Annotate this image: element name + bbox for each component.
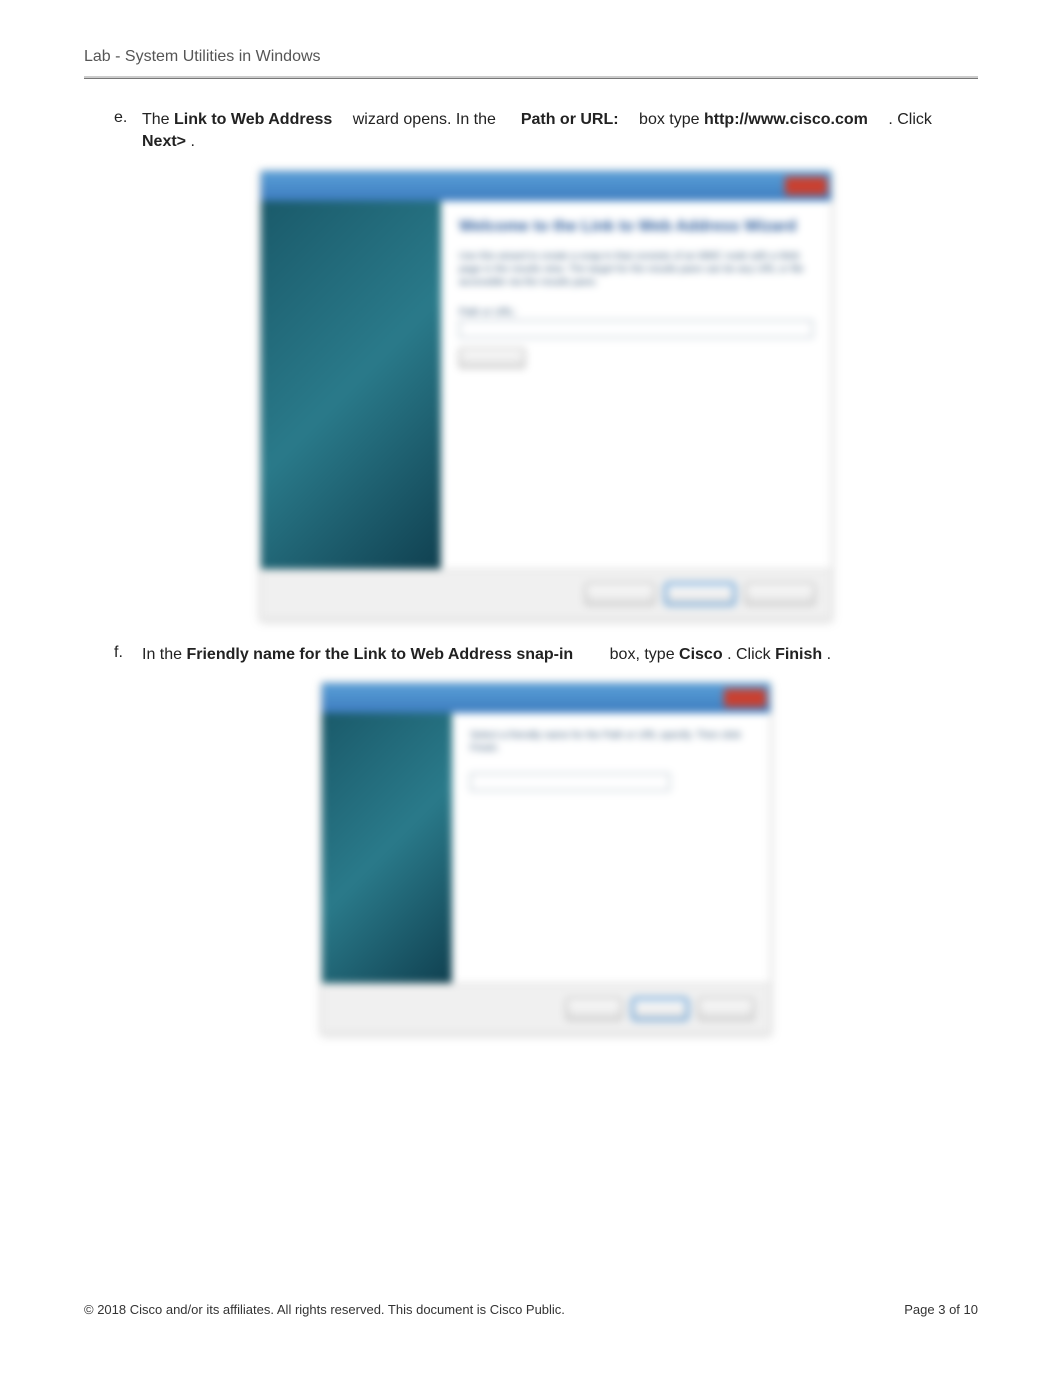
- friendly-name-input[interactable]: [470, 773, 670, 791]
- bold-text: Next>: [142, 133, 186, 150]
- page-header: Lab - System Utilities in Windows: [84, 48, 978, 79]
- back-button[interactable]: [585, 583, 655, 605]
- list-marker: f.: [114, 644, 142, 666]
- bold-text: Finish: [775, 646, 822, 663]
- content-area: e. The Link to Web Address wizard opens.…: [84, 109, 978, 1034]
- wizard-screenshot-1: Welcome to the Link to Web Address Wizar…: [260, 170, 832, 620]
- wizard-footer: [322, 983, 770, 1033]
- wizard-footer: [261, 569, 831, 619]
- wizard-input-label: Path or URL:: [459, 307, 813, 318]
- bold-text: Path or URL:: [521, 111, 619, 128]
- wizard-prompt: Select a friendly name for the Path or U…: [470, 729, 752, 755]
- close-icon[interactable]: [785, 177, 827, 195]
- page-number: 3: [938, 1302, 945, 1317]
- page-indicator: Page 3 of 10: [904, 1302, 978, 1317]
- wizard-screenshot-2: Select a friendly name for the Path or U…: [321, 682, 771, 1034]
- text: box type: [639, 111, 704, 128]
- browse-button[interactable]: [459, 348, 525, 368]
- wizard-body: Welcome to the Link to Web Address Wizar…: [261, 201, 831, 569]
- bold-text: Cisco: [679, 646, 723, 663]
- text: .: [190, 133, 194, 150]
- list-text: In the Friendly name for the Link to Web…: [142, 644, 978, 666]
- cancel-button[interactable]: [698, 998, 754, 1020]
- back-button[interactable]: [566, 998, 622, 1020]
- bold-text: Friendly name for the Link to Web Addres…: [186, 646, 573, 663]
- wizard-description: Use this wizard to create a snap-in that…: [459, 250, 813, 289]
- bold-text: http://www.cisco.com: [704, 111, 868, 128]
- page-total: 10: [964, 1302, 978, 1317]
- finish-button[interactable]: [632, 998, 688, 1020]
- wizard-side-panel: [322, 713, 452, 983]
- titlebar: [322, 683, 770, 713]
- bold-text: Link to Web Address: [174, 111, 332, 128]
- text: . Click: [888, 111, 932, 128]
- list-item-f: f. In the Friendly name for the Link to …: [114, 644, 978, 666]
- text: .: [827, 646, 831, 663]
- wizard-input-row: [459, 320, 813, 338]
- page-of: of: [949, 1302, 963, 1317]
- wizard-body: Select a friendly name for the Path or U…: [322, 713, 770, 983]
- close-icon[interactable]: [724, 689, 766, 707]
- wizard-title: Welcome to the Link to Web Address Wizar…: [459, 217, 813, 236]
- text: . Click: [727, 646, 775, 663]
- text: In the: [142, 646, 186, 663]
- page-label: Page: [904, 1302, 938, 1317]
- text: wizard opens. In the: [353, 111, 501, 128]
- list-marker: e.: [114, 109, 142, 154]
- text: box, type: [610, 646, 679, 663]
- next-button[interactable]: [665, 583, 735, 605]
- titlebar: [261, 171, 831, 201]
- copyright-text: © 2018 Cisco and/or its affiliates. All …: [84, 1302, 565, 1317]
- wizard-main-panel: Welcome to the Link to Web Address Wizar…: [441, 201, 831, 569]
- wizard-main-panel: Select a friendly name for the Path or U…: [452, 713, 770, 983]
- url-input[interactable]: [459, 320, 813, 338]
- list-item-e: e. The Link to Web Address wizard opens.…: [114, 109, 978, 154]
- text: The: [142, 111, 174, 128]
- page-footer: © 2018 Cisco and/or its affiliates. All …: [84, 1302, 978, 1317]
- list-text: The Link to Web Address wizard opens. In…: [142, 109, 978, 154]
- cancel-button[interactable]: [745, 583, 815, 605]
- wizard-side-panel: [261, 201, 441, 569]
